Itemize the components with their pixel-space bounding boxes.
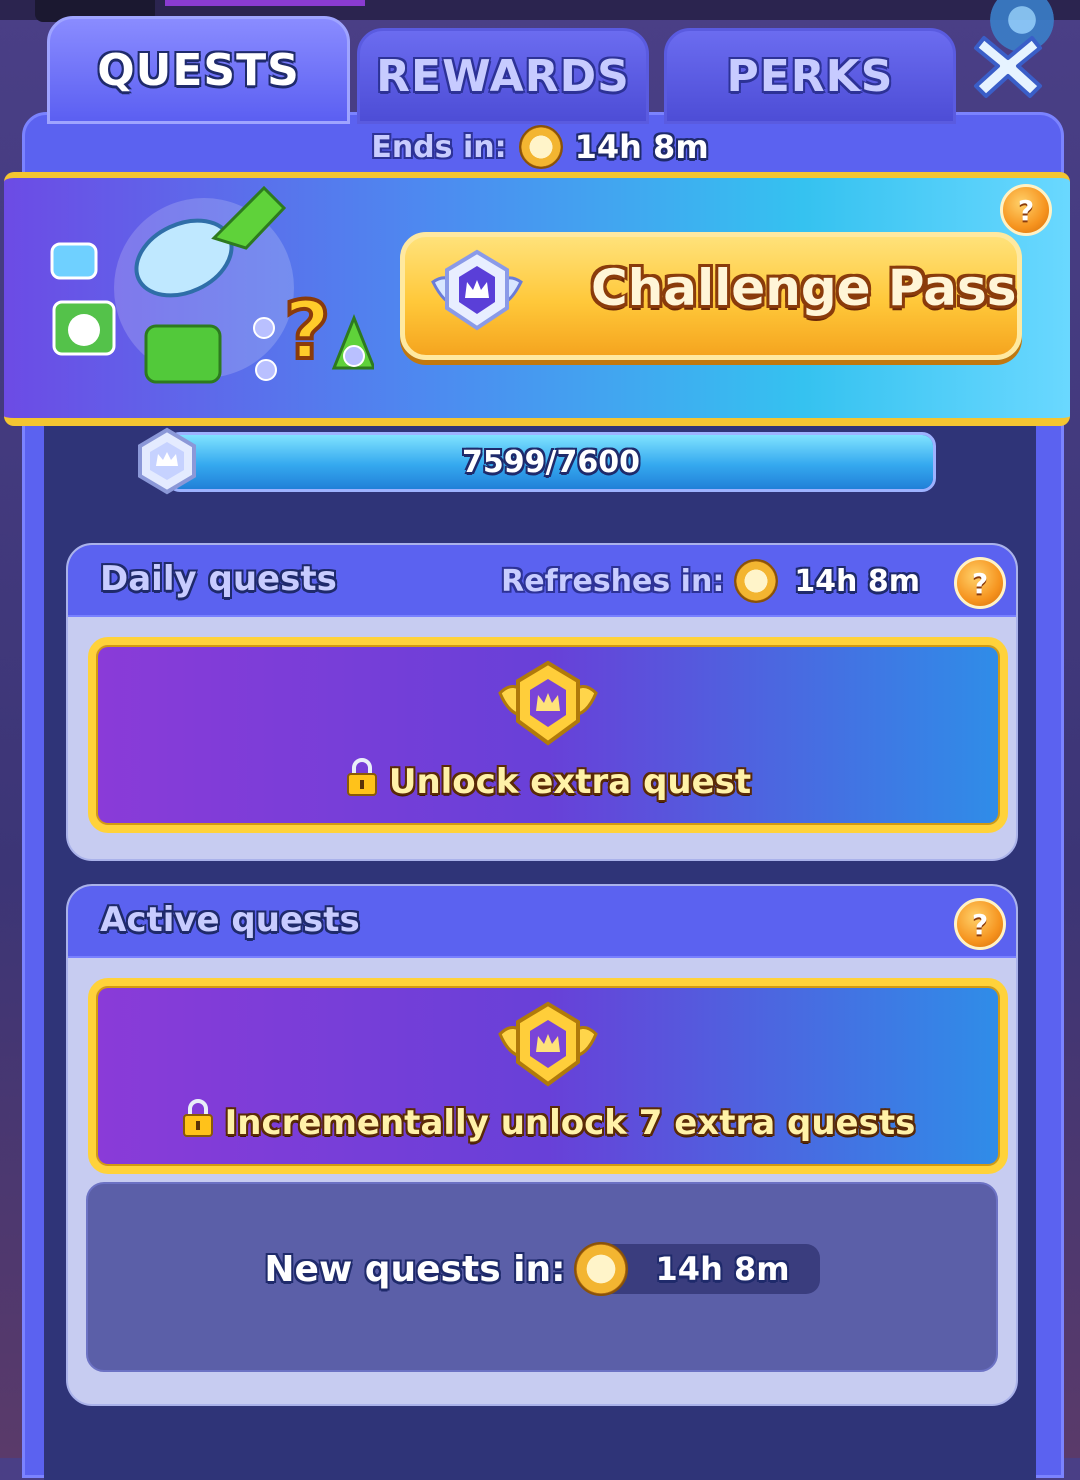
challenge-pass-banner: ? Challenge Pass ?: [4, 172, 1070, 426]
ends-in-row: Ends in: 14h 8m: [0, 118, 1080, 176]
tab-rewards[interactable]: REWARDS: [357, 28, 649, 124]
tab-perks-label: PERKS: [726, 50, 894, 102]
refresh-value: 14h 8m: [794, 563, 920, 599]
active-quests-header: Active quests ?: [68, 886, 1016, 958]
daily-quests-title: Daily quests: [100, 559, 337, 599]
new-quests-timer: 14h 8m: [573, 1242, 820, 1296]
clock-icon: [518, 125, 563, 169]
challenge-pass-button[interactable]: Challenge Pass: [400, 232, 1022, 360]
banner-help-label: ?: [1017, 193, 1035, 227]
unlock-extra-quest-label: Unlock extra quest: [388, 762, 752, 802]
incremental-unlock-label: Incrementally unlock 7 extra quests: [224, 1103, 916, 1143]
crown-emblem-icon: [431, 249, 523, 331]
active-help-label: ?: [971, 907, 989, 941]
progress-track: 7599/7600: [166, 432, 936, 492]
new-quests-value: 14h 8m: [655, 1250, 790, 1288]
lock-icon: [182, 1099, 213, 1137]
tab-rewards-label: REWARDS: [376, 50, 630, 102]
close-icon[interactable]: [970, 28, 1046, 104]
unlock-extra-quest-row: Unlock extra quest: [96, 757, 1000, 802]
gem-icon: [138, 427, 196, 495]
daily-help-label: ?: [971, 566, 989, 600]
daily-quests-section: Daily quests Refreshes in: 14h 8m ? Unlo…: [66, 543, 1018, 861]
active-help-icon[interactable]: ?: [954, 898, 1006, 950]
banner-help-icon[interactable]: ?: [1000, 184, 1052, 236]
new-quests-row: New quests in: 14h 8m: [88, 1242, 996, 1296]
winged-crown-emblem-icon: [498, 1001, 598, 1087]
new-quests-box: New quests in: 14h 8m: [86, 1182, 998, 1372]
ends-in-value: 14h 8m: [574, 128, 709, 166]
incremental-unlock-row: Incrementally unlock 7 extra quests: [96, 1098, 1000, 1143]
tab-quests-label: QUESTS: [97, 44, 300, 96]
tab-perks[interactable]: PERKS: [664, 28, 956, 124]
unlock-extra-quest-card[interactable]: Unlock extra quest: [88, 637, 1008, 833]
top-strip-accent: [165, 0, 365, 6]
refresh-timer: Refreshes in: 14h 8m: [501, 559, 920, 603]
ends-in-label: Ends in:: [371, 129, 507, 165]
winged-crown-emblem-icon: [498, 660, 598, 746]
clock-icon: [734, 559, 779, 603]
tab-quests[interactable]: QUESTS: [47, 16, 350, 124]
daily-help-icon[interactable]: ?: [954, 557, 1006, 609]
svg-text:?: ?: [284, 284, 330, 377]
golf-club-art-icon: ?: [50, 185, 374, 384]
challenge-pass-label: Challenge Pass: [591, 259, 1017, 317]
pass-progress-bar: 7599/7600: [138, 427, 936, 495]
incremental-unlock-card[interactable]: Incrementally unlock 7 extra quests: [88, 978, 1008, 1174]
refresh-label: Refreshes in:: [501, 563, 725, 599]
new-quests-label: New quests in:: [264, 1248, 566, 1290]
clock-icon: [573, 1242, 628, 1296]
lock-icon: [346, 758, 377, 796]
active-quests-title: Active quests: [100, 900, 360, 940]
progress-text: 7599/7600: [462, 445, 640, 480]
daily-quests-header: Daily quests Refreshes in: 14h 8m ?: [68, 545, 1016, 617]
active-quests-section: Active quests ? Incrementally unlock 7 e…: [66, 884, 1018, 1406]
